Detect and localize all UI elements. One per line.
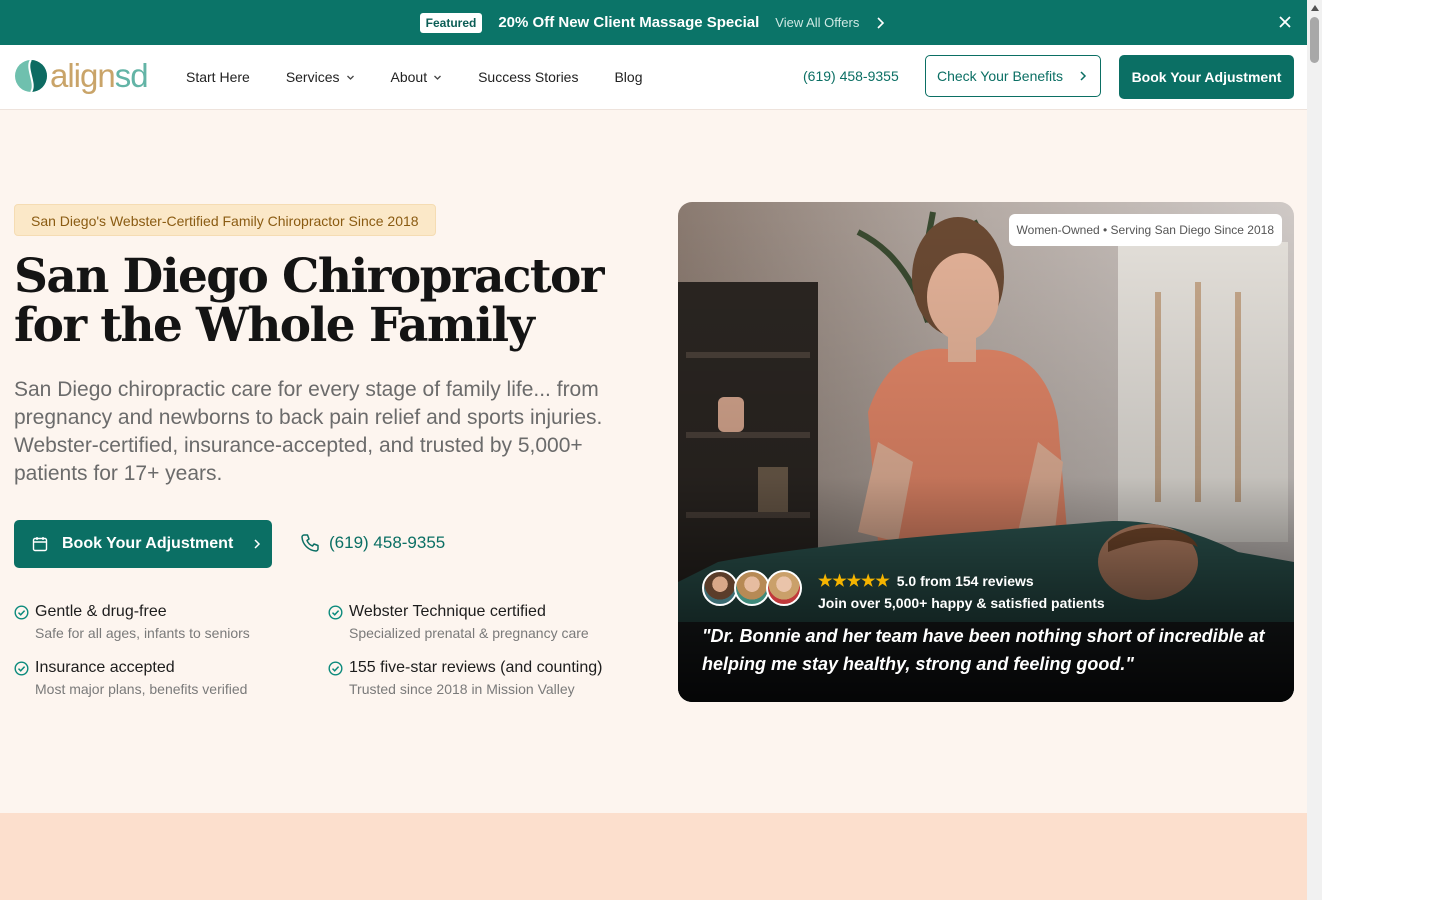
nav-menu: Start Here Services About Success Storie… <box>186 45 679 109</box>
page-scrollbar[interactable] <box>1307 0 1322 900</box>
page-title: San Diego Chiropractor for the Whole Fam… <box>14 249 604 353</box>
check-circle-icon <box>14 604 29 620</box>
chevron-right-icon <box>254 539 261 549</box>
logo-text-sd: sd <box>114 57 149 94</box>
check-benefits-button[interactable]: Check Your Benefits <box>925 55 1101 97</box>
promo-headline[interactable]: 20% Off New Client Massage Special <box>498 14 759 31</box>
nav-item-services[interactable]: Services <box>286 69 355 85</box>
chevron-down-icon <box>434 75 442 80</box>
feature-gentle: Gentle & drug-free Safe for all ages, in… <box>14 603 314 641</box>
check-circle-icon <box>328 660 343 676</box>
avatar <box>766 570 802 606</box>
logo-mark-icon <box>15 59 47 93</box>
page: Featured 20% Off New Client Massage Spec… <box>0 0 1307 900</box>
nav-item-start-here[interactable]: Start Here <box>186 69 250 85</box>
feature-insurance: Insurance accepted Most major plans, ben… <box>14 659 314 697</box>
hero-lead-text: San Diego chiropractic care for every st… <box>14 378 603 485</box>
rating-text: 5.0 from 154 reviews <box>896 573 1034 589</box>
feature-webster: Webster Technique certified Specialized … <box>328 603 628 641</box>
avatar <box>734 570 770 606</box>
logo[interactable]: alignsd <box>14 57 149 94</box>
phone-icon <box>301 534 319 552</box>
chevron-right-icon <box>1080 71 1087 81</box>
book-adjustment-hero-button[interactable]: Book Your Adjustment <box>14 520 272 568</box>
nav-phone-link[interactable]: (619) 458-9355 <box>803 68 899 84</box>
chevron-down-icon <box>346 75 354 80</box>
check-circle-icon <box>14 660 29 676</box>
check-circle-icon <box>328 604 343 620</box>
logo-text-align: align <box>50 57 116 94</box>
review-rating: ★★★★★ 5.0 from 154 reviews Join over 5,0… <box>818 571 1105 611</box>
hero-phone-link[interactable]: (619) 458-9355 <box>300 533 445 553</box>
nav-item-about[interactable]: About <box>391 69 443 85</box>
promo-bar: Featured 20% Off New Client Massage Spec… <box>0 0 1307 45</box>
main-nav: alignsd Start Here Services About Succes… <box>0 45 1307 110</box>
calendar-icon <box>32 537 48 552</box>
view-all-offers-link[interactable]: View All Offers <box>775 15 859 30</box>
star-rating-icon: ★★★★★ <box>818 573 890 590</box>
close-icon[interactable] <box>1277 14 1293 30</box>
testimonial-quote: "Dr. Bonnie and her team have been nothi… <box>702 626 1265 674</box>
hero-photo-card: Women-Owned • Serving San Diego Since 20… <box>678 202 1294 702</box>
avatar <box>702 570 738 606</box>
reviewer-avatars <box>702 570 802 606</box>
patients-text: Join over 5,000+ happy & satisfied patie… <box>818 595 1105 611</box>
scrollbar-thumb[interactable] <box>1310 17 1319 63</box>
featured-badge: Featured <box>419 12 483 33</box>
nav-item-blog[interactable]: Blog <box>614 69 642 85</box>
nav-item-success-stories[interactable]: Success Stories <box>478 69 578 85</box>
hero-tagline: San Diego's Webster-Certified Family Chi… <box>14 204 436 236</box>
chevron-right-icon[interactable] <box>873 16 887 30</box>
feature-reviews: 155 five-star reviews (and counting) Tru… <box>328 659 628 697</box>
women-owned-badge: Women-Owned • Serving San Diego Since 20… <box>1008 214 1282 246</box>
scroll-up-icon[interactable] <box>1311 5 1319 11</box>
next-section <box>0 813 1307 900</box>
book-adjustment-nav-button[interactable]: Book Your Adjustment <box>1119 55 1294 99</box>
